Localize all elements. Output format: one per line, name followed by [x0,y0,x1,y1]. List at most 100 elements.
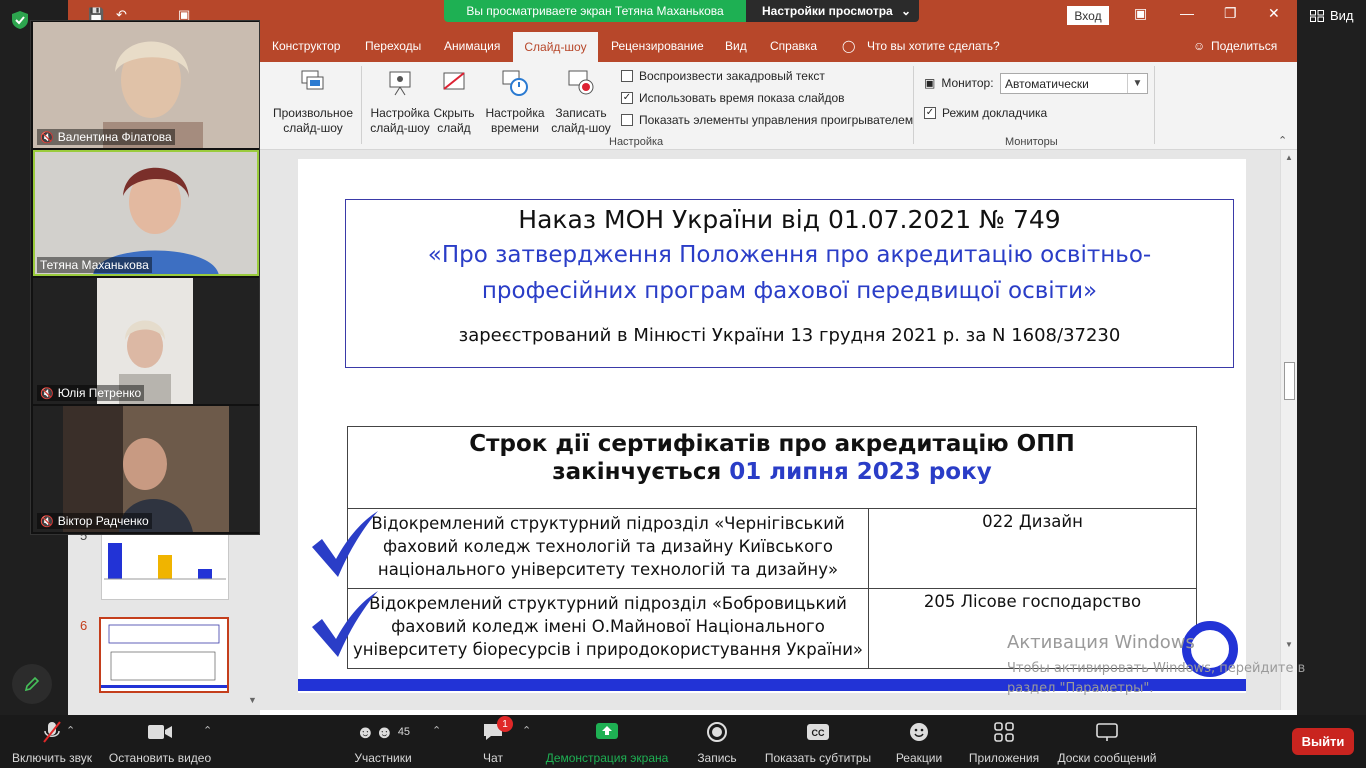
timings-checkbox[interactable]: ✓ Использовать время показа слайдов [621,91,845,105]
pencil-icon [24,676,40,692]
presenter-view-checkbox[interactable]: ✓ Режим докладчика [924,106,1047,120]
scrollbar-thumb[interactable] [1284,362,1295,400]
apps-label: Приложения [968,751,1040,765]
captions-button[interactable]: CC Показать субтитры [763,719,873,765]
participant-name: Віктор Радченко [57,514,149,528]
presenter-view-label: Режим докладчика [942,106,1048,120]
video-tile-active-speaker[interactable]: Тетяна Маханькова [33,150,259,276]
record-show-button[interactable]: Записать слайд-шоу [546,68,616,136]
video-options-caret-icon[interactable]: ⌃ [203,724,212,737]
record-icon [568,70,594,95]
collapse-ribbon-icon[interactable]: ⌃ [1278,134,1287,147]
participants-icon-wrap: ☻☻ 45 [350,719,416,745]
record-label: Записать слайд-шоу [551,106,611,135]
video-tile[interactable]: 🔇 Валентина Філатова [33,22,259,148]
tab-animations[interactable]: Анимация [444,39,500,53]
tab-slideshow[interactable]: Слайд-шоу [513,32,598,62]
media-controls-checkbox[interactable]: Показать элементы управления проигрывате… [621,113,913,127]
tab-help[interactable]: Справка [770,39,817,53]
stop-video-button[interactable]: Остановить видео [108,719,212,765]
video-tile[interactable]: 🔇 Віктор Радченко [33,406,259,532]
apps-button[interactable]: Приложения [966,719,1042,765]
thumb-scroll-down-icon[interactable]: ▼ [248,695,257,705]
hide-slide-button[interactable]: Скрыть слайд [431,68,477,136]
zoom-right-rail [1297,0,1366,715]
custom-show-label: Произвольное слайд-шоу [272,106,354,135]
tab-view[interactable]: Вид [725,39,747,53]
minimize-icon[interactable]: — [1180,5,1194,21]
record-circle-icon [694,719,740,745]
order-subject-line2: професійних програм фахової передвищої о… [481,278,1098,304]
editor-vertical-scrollbar[interactable]: ▲ ▼ [1280,150,1297,710]
participant-name: Тетяна Маханькова [40,258,149,272]
video-tile[interactable]: 🔇 Юлія Петренко [33,278,259,404]
scroll-up-icon[interactable]: ▲ [1285,153,1293,162]
group-monitors-label: Мониторы [1005,136,1058,148]
share-screen-button[interactable]: Демонстрация экрана [544,719,670,765]
mini-chart-thumbnail [104,543,226,580]
people-icon: ☻☻ [355,721,394,742]
participants-button[interactable]: ☻☻ 45 Участники [350,719,416,766]
security-shield-icon [12,11,28,29]
setup-show-icon [389,71,411,96]
stop-video-label: Остановить видео [108,751,212,765]
tab-review[interactable]: Рецензирование [611,39,704,53]
checkbox-checked-icon[interactable]: ✓ [621,92,633,104]
audio-options-caret-icon[interactable]: ⌃ [66,724,75,737]
ribbon-display-icon[interactable]: ▣ [1134,5,1147,22]
slide-thumbnail-5[interactable] [101,528,229,600]
record-label: Запись [697,751,737,765]
chat-caret-icon[interactable]: ⌃ [522,724,531,737]
lightbulb-icon: ◯ [842,39,856,53]
whiteboards-button[interactable]: Доски сообщений [1054,719,1160,765]
slide-editor: Наказ МОН України від 01.07.2021 № 749 «… [260,150,1280,710]
sign-in-button[interactable]: Вход [1067,6,1109,25]
participant-name-tag: Тетяна Маханькова [37,257,152,273]
unmute-button[interactable]: Включить звук [8,719,96,765]
leave-meeting-button[interactable]: Выйти [1292,728,1354,755]
current-slide: Наказ МОН України від 01.07.2021 № 749 «… [298,159,1246,693]
participants-count: 45 [397,726,411,738]
monitor-value: Автоматически [1005,77,1089,91]
group-setup-label: Настройка [609,136,664,148]
monitor-dropdown[interactable]: Автоматически ▼ [1000,73,1148,94]
custom-show-button[interactable]: Произвольное слайд-шоу [268,68,358,136]
tell-me-search[interactable]: Что вы хотите сделать? [867,39,1000,53]
screen: { "share": { "banner": "Вы просматривает… [0,0,1366,768]
record-button[interactable]: Запись [694,719,740,765]
table-row: Відокремлений структурний підрозділ «Чер… [347,508,1197,589]
setup-show-button[interactable]: Настройка слайд-шоу [368,68,432,136]
cc-icon: CC [763,719,873,745]
narration-checkbox[interactable]: Воспроизвести закадровый текст [621,69,825,83]
view-button[interactable]: Вид [1310,8,1354,23]
header-line1: Строк дії сертифікатів про акредитацію О… [469,431,1075,457]
video-camera-icon [108,719,212,745]
chevron-down-icon[interactable]: ▼ [1127,74,1147,93]
reactions-button[interactable]: Реакции [892,719,946,765]
watermark-title: Активация Windows [1007,632,1195,653]
muted-mic-icon: 🔇 [40,515,54,528]
screen-share-banner: Вы просматриваете экран Тетяна Маханьков… [444,0,746,22]
view-options-button[interactable]: Настройки просмотра ⌄ [746,0,919,22]
muted-microphone-icon [8,719,96,745]
chat-unread-badge: 1 [497,716,513,732]
checkbox-empty[interactable] [621,70,633,82]
tab-transitions[interactable]: Переходы [365,39,421,53]
close-icon[interactable]: ✕ [1268,5,1280,22]
monitor-label-wrap: ▣ Монитор: [924,76,994,90]
muted-mic-icon: 🔇 [40,131,54,144]
monitor-icon: ▣ [924,76,936,90]
participant-name-tag: 🔇 Віктор Радченко [37,513,152,529]
share-person-icon: ☺ [1193,39,1206,53]
checkbox-empty[interactable] [621,114,633,126]
share-button[interactable]: Поделиться [1211,39,1277,53]
annotate-button[interactable] [12,664,52,704]
participants-caret-icon[interactable]: ⌃ [432,724,441,737]
checkbox-checked-icon[interactable]: ✓ [924,107,936,119]
restore-icon[interactable]: ❐ [1224,5,1237,22]
participant-video-strip[interactable]: 🔇 Валентина Філатова Тетяна Маханькова 🔇 Ю… [30,20,260,535]
tab-design[interactable]: Конструктор [272,39,340,53]
rehearse-timings-button[interactable]: Настройка времени [482,68,548,136]
slide-thumbnail-6[interactable] [99,617,229,693]
chevron-down-icon: ⌄ [900,4,911,18]
